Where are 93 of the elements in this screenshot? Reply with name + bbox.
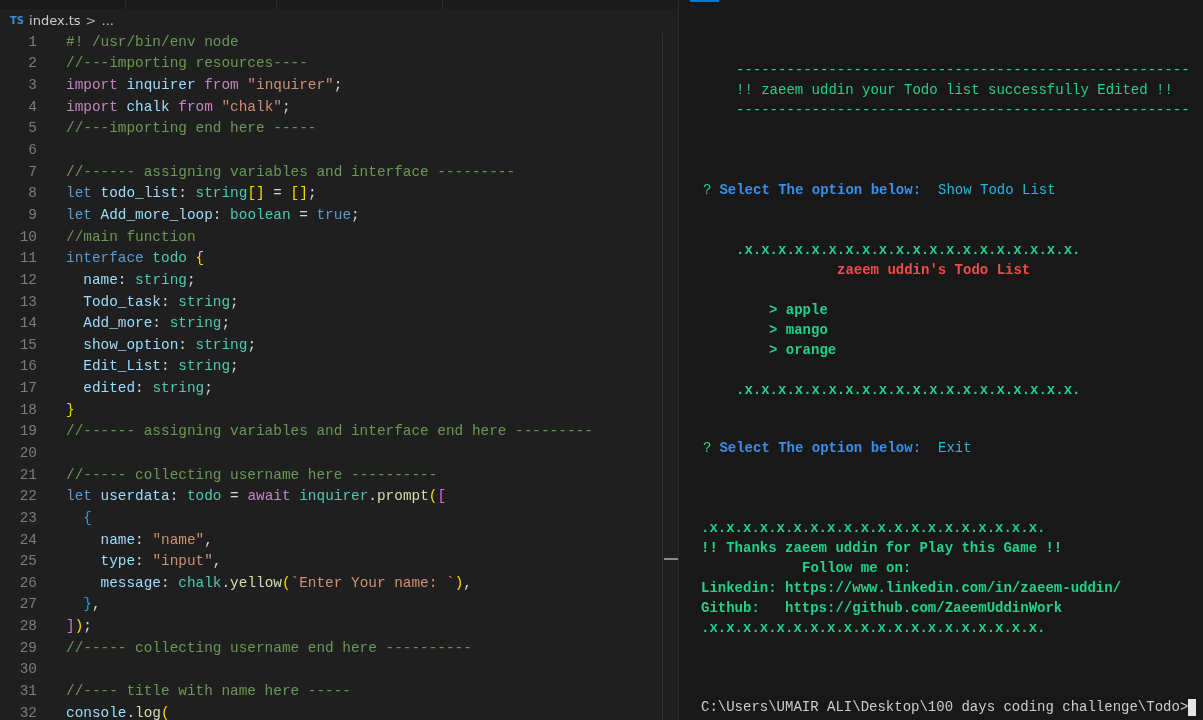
code-line: import inquirer from "inquirer"; bbox=[66, 77, 343, 94]
bullet-marker: > bbox=[769, 342, 778, 358]
thanks-message: !! Thanks zaeem uddin for Play this Game !! bbox=[701, 539, 1064, 558]
prompt-label: Select The option below: bbox=[719, 439, 922, 458]
line-number: 30 bbox=[18, 661, 37, 678]
line-number: 16 bbox=[18, 358, 37, 375]
code-line: //----- collecting username end here ---------- bbox=[66, 639, 472, 656]
line-number: 23 bbox=[18, 509, 37, 526]
code-line: Todo_task: string; bbox=[82, 293, 239, 310]
line-number: 11 bbox=[18, 250, 37, 267]
code-line: Edit_List: string; bbox=[82, 358, 239, 375]
line-number: 18 bbox=[18, 401, 37, 418]
line-number: 10 bbox=[18, 228, 37, 245]
list-item: apple bbox=[785, 302, 828, 318]
prompt-label: Select The option below: bbox=[719, 181, 922, 200]
line-number: 29 bbox=[18, 639, 37, 656]
follow-label: Follow me on: bbox=[801, 559, 913, 578]
line-number: 3 bbox=[27, 77, 37, 94]
code-line: let userdata: todo = await inquirer.prompt([ bbox=[66, 488, 447, 505]
line-number: 9 bbox=[27, 206, 37, 223]
list-item: mango bbox=[785, 322, 828, 338]
code-line: }, bbox=[82, 596, 101, 613]
breadcrumb-more[interactable]: ... bbox=[101, 12, 114, 28]
breadcrumb-separator: > bbox=[85, 12, 97, 28]
line-number: 4 bbox=[27, 98, 37, 115]
rule-line: ------------------------------------------------------ bbox=[736, 101, 1191, 120]
line-number: 24 bbox=[18, 531, 37, 548]
line-number: 32 bbox=[18, 704, 37, 720]
code-line: //------ assigning variables and interface --------- bbox=[66, 163, 516, 180]
code-line: show_option: string; bbox=[82, 336, 256, 353]
bullet-marker: > bbox=[769, 302, 778, 318]
border-line: .x.x.x.x.x.x.x.x.x.x.x.x.x.x.x.x.x.x.x.x. bbox=[701, 619, 1047, 638]
border-line: .x.x.x.x.x.x.x.x.x.x.x.x.x.x.x.x.x.x.x.x. bbox=[736, 241, 1082, 260]
typescript-file-icon: TS bbox=[10, 14, 25, 26]
line-number: 14 bbox=[18, 315, 37, 332]
code-line: let todo_list: string[] = []; bbox=[66, 185, 317, 202]
code-line: name: string; bbox=[82, 271, 196, 288]
line-number: 6 bbox=[27, 142, 37, 158]
line-number: 13 bbox=[18, 293, 37, 310]
social-link-line: Github: https://github.com/ZaeemUddinWork bbox=[701, 599, 1064, 618]
line-number: 2 bbox=[27, 55, 37, 72]
code-line: name: "name", bbox=[99, 531, 213, 548]
question-mark: ? bbox=[703, 439, 712, 458]
question-mark: ? bbox=[703, 181, 712, 200]
text-cursor bbox=[1188, 698, 1197, 716]
line-number: 15 bbox=[18, 336, 37, 353]
code-line: //----- collecting username here ---------- bbox=[66, 466, 438, 483]
code-line: interface todo { bbox=[66, 250, 205, 267]
code-line: #! /usr/bin/env node bbox=[66, 33, 239, 50]
line-number: 31 bbox=[18, 683, 37, 700]
prompt-answer: Show Todo List bbox=[938, 181, 1056, 200]
line-number: 28 bbox=[18, 618, 37, 635]
code-line: //---importing end here ----- bbox=[66, 120, 317, 137]
border-line: .x.x.x.x.x.x.x.x.x.x.x.x.x.x.x.x.x.x.x.x. bbox=[736, 381, 1082, 400]
line-number: 17 bbox=[18, 380, 37, 397]
line-number: 25 bbox=[18, 553, 37, 570]
code-line: type: "input", bbox=[99, 553, 222, 570]
code-line: //---importing resources---- bbox=[66, 55, 308, 72]
code-line: import chalk from "chalk"; bbox=[66, 98, 291, 115]
code-line: message: chalk.yellow(`Enter Your name: `), bbox=[99, 574, 472, 591]
code-line: { bbox=[82, 509, 92, 526]
bullet-marker: > bbox=[769, 322, 778, 338]
line-number: 19 bbox=[18, 423, 37, 440]
prompt-answer: Exit bbox=[938, 439, 972, 458]
breadcrumb-file[interactable]: index.ts bbox=[29, 12, 81, 28]
line-number: 21 bbox=[18, 466, 37, 483]
code-line: ]); bbox=[66, 618, 92, 635]
code-line: //main function bbox=[66, 228, 196, 245]
code-line: //---- title with name here ----- bbox=[66, 683, 351, 700]
border-line: .x.x.x.x.x.x.x.x.x.x.x.x.x.x.x.x.x.x.x.x. bbox=[701, 519, 1047, 538]
line-number: 7 bbox=[27, 163, 37, 180]
code-line: edited: string; bbox=[82, 380, 213, 397]
line-number: 22 bbox=[18, 488, 37, 505]
code-line: console.log( bbox=[66, 704, 170, 720]
line-number: 1 bbox=[27, 33, 37, 50]
list-heading: zaeem uddin's Todo List bbox=[836, 261, 1032, 280]
rule-line: ------------------------------------------------------ bbox=[736, 61, 1191, 80]
line-number: 8 bbox=[27, 185, 37, 202]
code-line: //------ assigning variables and interface end here --------- bbox=[66, 423, 593, 440]
code-line: Add_more: string; bbox=[82, 315, 231, 332]
line-number: 12 bbox=[18, 271, 37, 288]
shell-prompt: C:\Users\UMAIR ALI\Desktop\100 days coding challenge\Todo> bbox=[701, 698, 1189, 717]
line-number: 20 bbox=[18, 445, 37, 461]
social-link-line: Linkedin: https://www.linkedin.com/in/zaeem-uddin/ bbox=[701, 579, 1123, 598]
line-number: 27 bbox=[18, 596, 37, 613]
tab-indicator bbox=[690, 0, 719, 2]
line-number: 26 bbox=[18, 574, 37, 591]
list-item: orange bbox=[785, 342, 837, 358]
scroll-marker bbox=[664, 558, 678, 560]
success-message: !! zaeem uddin your Todo list successfully Edited !! bbox=[736, 81, 1174, 100]
code-line: } bbox=[66, 401, 75, 418]
code-line: let Add_more_loop: boolean = true; bbox=[66, 206, 360, 223]
line-number: 5 bbox=[27, 120, 37, 137]
